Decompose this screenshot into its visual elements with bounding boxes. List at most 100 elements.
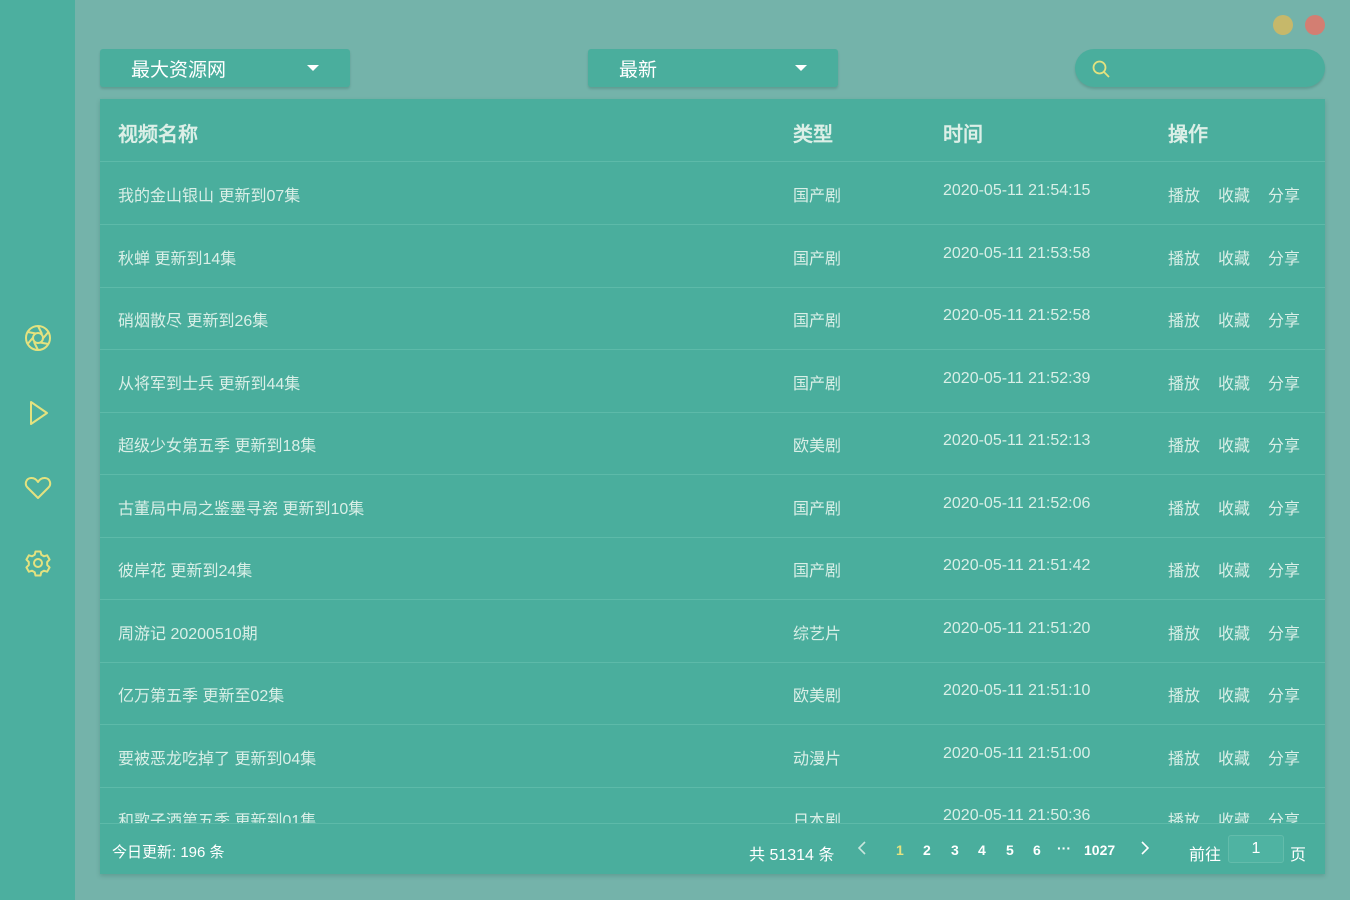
more-pages[interactable]: ··· [1057, 840, 1071, 856]
table-row[interactable]: 要被恶龙吃掉了 更新到04集 动漫片 2020-05-11 21:51:00 播放 收藏… [100, 725, 1325, 788]
table-header: 视频名称 类型 时间 操作 [100, 99, 1325, 162]
table-row[interactable]: 古董局中局之鉴墨寻瓷 更新到10集 国产剧 2020-05-11 21:52:06 播… [100, 475, 1325, 538]
video-type: 国产剧 [793, 250, 842, 268]
video-type: 综艺片 [793, 625, 842, 643]
video-table-panel: 视频名称 类型 时间 操作 我的金山银山 更新到07集 国产剧 2020-05-11… [100, 99, 1325, 874]
sort-select[interactable]: 最新 [588, 49, 838, 87]
table-row[interactable]: 亿万第五季 更新至02集 欧美剧 2020-05-11 21:51:10 播放 收藏 分享 [100, 662, 1325, 725]
share-button[interactable]: 分享 [1268, 182, 1300, 206]
video-time: 2020-05-11 21:54:15 [943, 182, 1091, 199]
video-time: 2020-05-11 21:53:58 [943, 244, 1091, 262]
share-button[interactable]: 分享 [1268, 307, 1300, 331]
minimize-button[interactable] [1273, 15, 1293, 35]
play-button[interactable]: 播放 [1168, 182, 1200, 206]
collect-button[interactable]: 收藏 [1218, 807, 1250, 823]
table-row[interactable]: 周游记 20200510期 综艺片 2020-05-11 21:51:20 播放 收藏分… [100, 600, 1325, 663]
video-type: 国产剧 [793, 500, 842, 518]
play-button[interactable]: 播放 [1168, 620, 1200, 644]
page-last[interactable]: 1027 [1084, 842, 1115, 858]
video-time: 2020-05-11 21:52:06 [943, 494, 1091, 512]
collect-button[interactable]: 收藏 [1218, 370, 1250, 394]
header-type: 类型 [793, 124, 833, 146]
video-name: 和歌子酒第五季 更新到01集 [118, 813, 317, 823]
share-button[interactable]: 分享 [1268, 245, 1300, 269]
video-type: 国产剧 [793, 188, 842, 205]
chevron-down-icon [307, 65, 319, 71]
collect-button[interactable]: 收藏 [1218, 495, 1250, 519]
header-time: 时间 [943, 124, 983, 146]
page-2[interactable]: 2 [923, 842, 931, 858]
source-select[interactable]: 最大资源网 [100, 49, 350, 87]
play-button[interactable]: 播放 [1168, 807, 1200, 823]
share-button[interactable]: 分享 [1268, 682, 1300, 706]
share-button[interactable]: 分享 [1268, 807, 1300, 823]
close-button[interactable] [1305, 15, 1325, 35]
play-button[interactable]: 播放 [1168, 245, 1200, 269]
collect-button[interactable]: 收藏 [1218, 557, 1250, 581]
page-3[interactable]: 3 [951, 842, 959, 858]
aperture-icon[interactable] [22, 322, 54, 354]
play-button[interactable]: 播放 [1168, 495, 1200, 519]
share-button[interactable]: 分享 [1268, 495, 1300, 519]
video-name: 秋蝉 更新到14集 [118, 250, 237, 268]
video-name: 从将军到士兵 更新到44集 [118, 375, 301, 393]
total-count: 共 51314 条 [749, 847, 835, 864]
video-type: 欧美剧 [793, 438, 842, 455]
collect-button[interactable]: 收藏 [1218, 182, 1250, 206]
share-button[interactable]: 分享 [1268, 432, 1300, 456]
search-box [1075, 49, 1325, 89]
sort-select-value: 最新 [619, 59, 658, 81]
play-button[interactable]: 播放 [1168, 682, 1200, 706]
table-row[interactable]: 超级少女第五季 更新到18集 欧美剧 2020-05-11 21:52:13 播放 收藏… [100, 412, 1325, 475]
video-time: 2020-05-11 21:51:42 [943, 557, 1091, 574]
next-page-icon[interactable] [1140, 840, 1150, 859]
table-row[interactable]: 我的金山银山 更新到07集 国产剧 2020-05-11 21:54:15 播放 收藏分… [100, 162, 1325, 225]
collect-button[interactable]: 收藏 [1218, 682, 1250, 706]
goto-page-input[interactable] [1228, 835, 1284, 863]
heart-icon[interactable] [22, 472, 54, 504]
share-button[interactable]: 分享 [1268, 557, 1300, 581]
video-name: 周游记 20200510期 [118, 625, 258, 643]
play-button[interactable]: 播放 [1168, 432, 1200, 456]
source-select-value: 最大资源网 [131, 59, 227, 81]
share-button[interactable]: 分享 [1268, 370, 1300, 394]
video-type: 动漫片 [793, 750, 842, 768]
table-row[interactable]: 硝烟散尽 更新到26集 国产剧 2020-05-11 21:52:58 播放 收藏 分享 [100, 287, 1325, 350]
table-row[interactable]: 秋蝉 更新到14集 国产剧 2020-05-11 21:53:58 播放 收藏 分享 [100, 225, 1325, 288]
video-name: 我的金山银山 更新到07集 [118, 188, 301, 205]
goto-label: 前往 [1189, 847, 1222, 864]
video-name: 亿万第五季 更新至02集 [118, 688, 285, 705]
play-button[interactable]: 播放 [1168, 745, 1200, 769]
collect-button[interactable]: 收藏 [1218, 307, 1250, 331]
table-footer: 今日更新: 196 条 共 51314 条 1 2 3 4 5 6 ··· 10… [100, 823, 1325, 874]
play-button[interactable]: 播放 [1168, 370, 1200, 394]
table-row[interactable]: 从将军到士兵 更新到44集 国产剧 2020-05-11 21:52:39 播放 收藏分… [100, 350, 1325, 413]
video-name: 要被恶龙吃掉了 更新到04集 [118, 750, 317, 768]
video-time: 2020-05-11 21:50:36 [943, 807, 1091, 823]
header-name: 视频名称 [118, 124, 198, 146]
table-row[interactable]: 和歌子酒第五季 更新到01集 日本剧 2020-05-11 21:50:36 播放 收藏… [100, 787, 1325, 823]
video-time: 2020-05-11 21:52:13 [943, 432, 1091, 449]
video-type: 国产剧 [793, 313, 842, 330]
video-time: 2020-05-11 21:52:39 [943, 369, 1091, 387]
page-1[interactable]: 1 [896, 842, 904, 858]
collect-button[interactable]: 收藏 [1218, 245, 1250, 269]
play-button[interactable]: 播放 [1168, 557, 1200, 581]
prev-page-icon[interactable] [857, 840, 867, 859]
search-input[interactable] [1119, 49, 1318, 89]
page-4[interactable]: 4 [978, 842, 986, 858]
video-name: 超级少女第五季 更新到18集 [118, 438, 317, 455]
share-button[interactable]: 分享 [1268, 620, 1300, 644]
share-button[interactable]: 分享 [1268, 745, 1300, 769]
page-5[interactable]: 5 [1006, 842, 1014, 858]
collect-button[interactable]: 收藏 [1218, 432, 1250, 456]
play-icon[interactable] [22, 397, 54, 429]
table-row[interactable]: 彼岸花 更新到24集 国产剧 2020-05-11 21:51:42 播放 收藏 分享 [100, 537, 1325, 600]
video-time: 2020-05-11 21:51:20 [943, 619, 1091, 637]
play-button[interactable]: 播放 [1168, 307, 1200, 331]
video-name: 彼岸花 更新到24集 [118, 563, 253, 580]
collect-button[interactable]: 收藏 [1218, 620, 1250, 644]
collect-button[interactable]: 收藏 [1218, 745, 1250, 769]
page-6[interactable]: 6 [1033, 842, 1041, 858]
gear-icon[interactable] [22, 547, 54, 579]
